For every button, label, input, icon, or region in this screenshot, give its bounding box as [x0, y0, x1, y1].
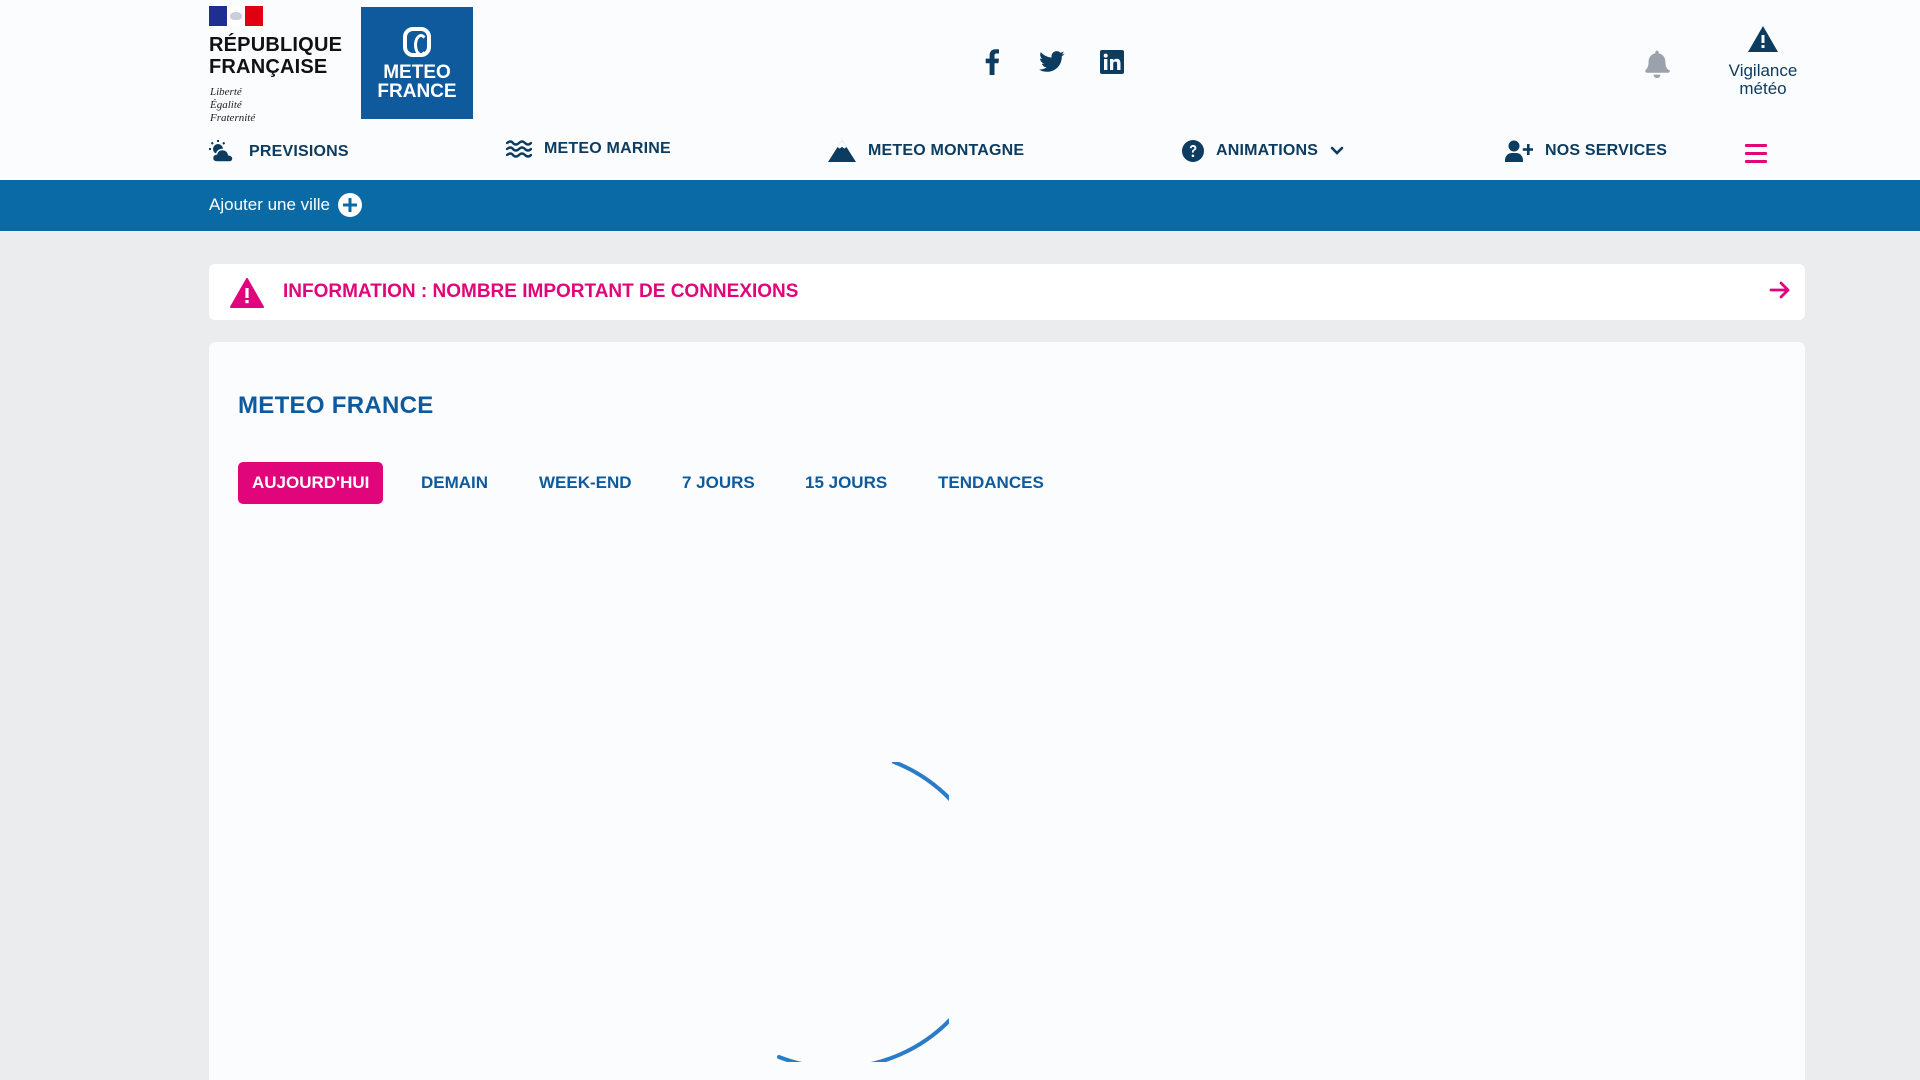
page-title: METEO FRANCE	[238, 392, 434, 419]
meteo-france-mark-icon	[403, 27, 431, 57]
loading-spinner-icon	[777, 762, 949, 1062]
question-circle-icon	[1182, 140, 1204, 162]
nav-item-animations[interactable]: ANIMATIONS	[1182, 140, 1344, 162]
tab-aujourdhui[interactable]: AUJOURD'HUI	[238, 462, 384, 504]
plus-circle-icon	[337, 193, 362, 217]
republique-francaise-logo[interactable]: RÉPUBLIQUE FRANÇAISE Liberté Égalité Fra…	[209, 6, 342, 125]
warning-triangle-icon	[230, 278, 264, 308]
meteo-france-logo[interactable]: METEO FRANCE	[361, 7, 473, 119]
chevron-down-icon	[1330, 146, 1344, 155]
republique-name-line1: RÉPUBLIQUE	[209, 34, 343, 56]
motto-fraternite: Fraternité	[210, 112, 256, 124]
republique-francaise-name: RÉPUBLIQUE FRANÇAISE	[209, 34, 349, 78]
french-flag-icon	[209, 6, 263, 26]
tab-week-end[interactable]: WEEK-END	[539, 462, 632, 504]
social-links	[978, 48, 1126, 76]
warning-triangle-icon	[1748, 26, 1778, 52]
tab-demain[interactable]: DEMAIN	[421, 462, 488, 504]
nav-item-meteo-montagne[interactable]: METEO MONTAGNE	[828, 140, 1024, 162]
meteo-france-logo-text: METEO FRANCE	[361, 63, 473, 101]
republique-motto: Liberté Égalité Fraternité	[210, 86, 290, 125]
waves-icon	[506, 140, 532, 158]
user-plus-icon	[1505, 140, 1533, 162]
tab-7-jours[interactable]: 7 JOURS	[682, 462, 755, 504]
arrow-right-icon	[1769, 281, 1790, 299]
mountain-icon	[828, 140, 856, 162]
information-banner-text: INFORMATION : NOMBRE IMPORTANT DE CONNEX…	[283, 281, 799, 302]
nav-item-nos-services[interactable]: NOS SERVICES	[1505, 140, 1667, 162]
notification-bell-icon[interactable]	[1643, 48, 1671, 78]
hamburger-menu-icon[interactable]	[1745, 144, 1767, 164]
nav-label-animations: ANIMATIONS	[1216, 142, 1319, 159]
republique-name-line2: FRANÇAISE	[209, 56, 328, 78]
logo-text-line1: METEO	[383, 62, 451, 83]
linkedin-icon[interactable]	[1098, 48, 1126, 76]
vigilance-line1: Vigilance	[1728, 61, 1798, 80]
vigilance-line2: météo	[1739, 79, 1787, 98]
forecast-card: METEO FRANCE AUJOURD'HUI DEMAIN WEEK-END…	[209, 342, 1805, 1080]
vigilance-label: Vigilance météo	[1718, 62, 1808, 98]
city-bar: Ajouter une ville	[0, 180, 1920, 231]
facebook-icon[interactable]	[978, 48, 1006, 76]
motto-egalite: Égalité	[210, 99, 242, 111]
nav-item-meteo-marine[interactable]: METEO MARINE	[506, 140, 671, 158]
tab-15-jours[interactable]: 15 JOURS	[805, 462, 887, 504]
nav-label-previsions: PREVISIONS	[249, 143, 349, 160]
add-city-label: Ajouter une ville	[209, 195, 330, 214]
nav-item-previsions[interactable]: PREVISIONS	[209, 140, 349, 164]
tab-tendances[interactable]: TENDANCES	[938, 462, 1044, 504]
sun-cloud-icon	[209, 140, 234, 163]
main-navigation: PREVISIONS METEO MARINE METEO MONTAGNE A…	[0, 134, 1920, 174]
motto-liberte: Liberté	[210, 86, 242, 98]
vigilance-meteo-link[interactable]: Vigilance météo	[1718, 26, 1808, 98]
nav-label-meteo-marine: METEO MARINE	[544, 140, 671, 157]
nav-label-meteo-montagne: METEO MONTAGNE	[868, 142, 1025, 159]
information-banner[interactable]: INFORMATION : NOMBRE IMPORTANT DE CONNEX…	[209, 264, 1805, 320]
add-city-button[interactable]: Ajouter une ville	[209, 193, 362, 217]
logo-text-line2: FRANCE	[377, 81, 457, 102]
twitter-icon[interactable]	[1038, 48, 1066, 76]
nav-label-nos-services: NOS SERVICES	[1545, 142, 1668, 159]
